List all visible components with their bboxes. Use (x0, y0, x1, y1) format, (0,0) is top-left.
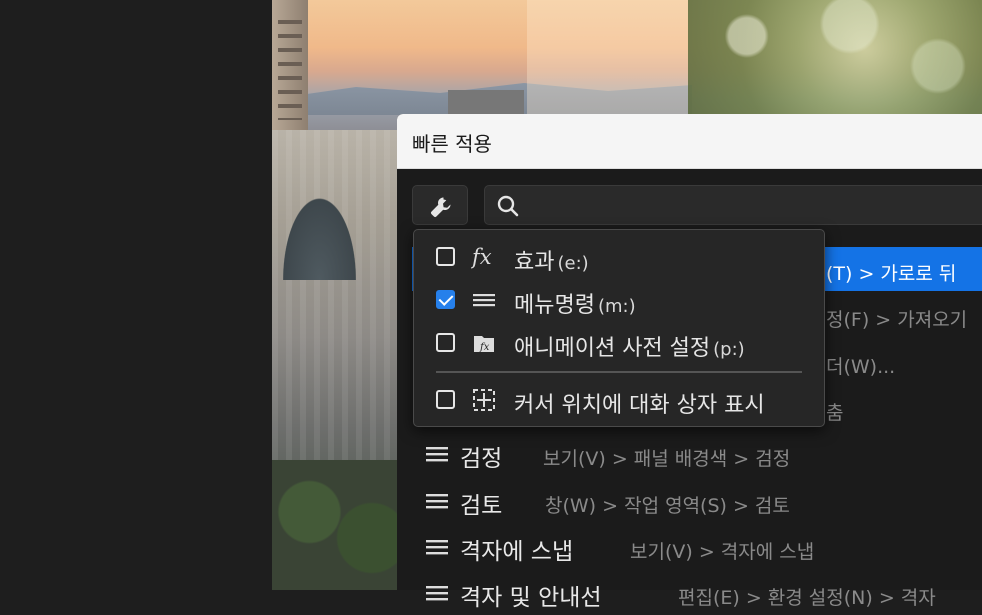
menu-commands-checkbox[interactable] (436, 290, 455, 309)
filter-item-label: 애니메이션 사전 설정 (p:) (514, 336, 745, 361)
filter-item-label: 커서 위치에 대화 상자 표시 (514, 393, 765, 418)
result-row-7[interactable]: 격자에 스냅 보기(V) > 격자에 스냅 (412, 525, 982, 569)
cursor-position-icon (473, 389, 495, 411)
filter-menu: fx 효과 (e:) 메뉴명령 (m:) fx 애니메이션 사전 설정 (p:) 커서… (413, 229, 825, 427)
wrench-icon (431, 197, 451, 217)
dialog-title: 빠른 적용 (412, 132, 492, 156)
result-name: 격자에 스냅 (460, 539, 574, 565)
result-path: 창(W) > 작업 영역(S) > 검토 (545, 495, 790, 517)
menu-lines-icon (473, 294, 495, 307)
result-path: 춤 (826, 402, 844, 424)
svg-text:fx: fx (479, 342, 490, 353)
show-at-cursor-checkbox[interactable] (436, 390, 455, 409)
result-path: 보기(V) > 패널 배경색 > 검정 (543, 448, 791, 470)
menu-command-icon (426, 494, 448, 509)
menu-divider (436, 371, 802, 373)
result-name: 격자 및 안내선 (460, 585, 602, 611)
result-path: (T) > 가로로 뒤 (826, 263, 957, 285)
filter-item-animation-presets[interactable]: fx 애니메이션 사전 설정 (p:) (414, 322, 824, 364)
filter-item-effects[interactable]: fx 효과 (e:) (414, 236, 824, 278)
result-row-5[interactable]: 검정 보기(V) > 패널 배경색 > 검정 (412, 432, 982, 476)
menu-command-icon (426, 586, 448, 601)
search-box[interactable] (484, 185, 982, 225)
search-icon (497, 195, 519, 217)
filter-item-label: 메뉴명령 (m:) (514, 293, 636, 318)
result-row-6[interactable]: 검토 창(W) > 작업 영역(S) > 검토 (412, 479, 982, 523)
menu-command-icon (426, 540, 448, 555)
search-input[interactable] (529, 192, 973, 220)
animation-preset-icon: fx (474, 336, 494, 353)
dialog-titlebar[interactable]: 빠른 적용 (397, 114, 982, 169)
left-panel (0, 0, 272, 590)
animation-presets-checkbox[interactable] (436, 333, 455, 352)
effects-checkbox[interactable] (436, 247, 455, 266)
filter-button[interactable] (412, 185, 468, 225)
result-name: 검토 (460, 493, 503, 519)
filter-item-menu-commands[interactable]: 메뉴명령 (m:) (414, 279, 824, 321)
result-path: 보기(V) > 격자에 스냅 (630, 541, 815, 563)
result-path: 편집(E) > 환경 설정(N) > 격자 (678, 587, 936, 609)
svg-text:fx: fx (471, 245, 492, 269)
filter-item-label: 효과 (e:) (514, 250, 589, 275)
result-row-8[interactable]: 격자 및 안내선 편집(E) > 환경 설정(N) > 격자 (412, 571, 982, 615)
result-path: 더(W)... (826, 356, 896, 378)
result-name: 검정 (460, 446, 503, 472)
result-path: 정(F) > 가져오기 (826, 309, 968, 331)
menu-command-icon (426, 447, 448, 462)
fx-icon: fx (471, 245, 492, 269)
filter-item-show-at-cursor[interactable]: 커서 위치에 대화 상자 표시 (414, 379, 824, 421)
